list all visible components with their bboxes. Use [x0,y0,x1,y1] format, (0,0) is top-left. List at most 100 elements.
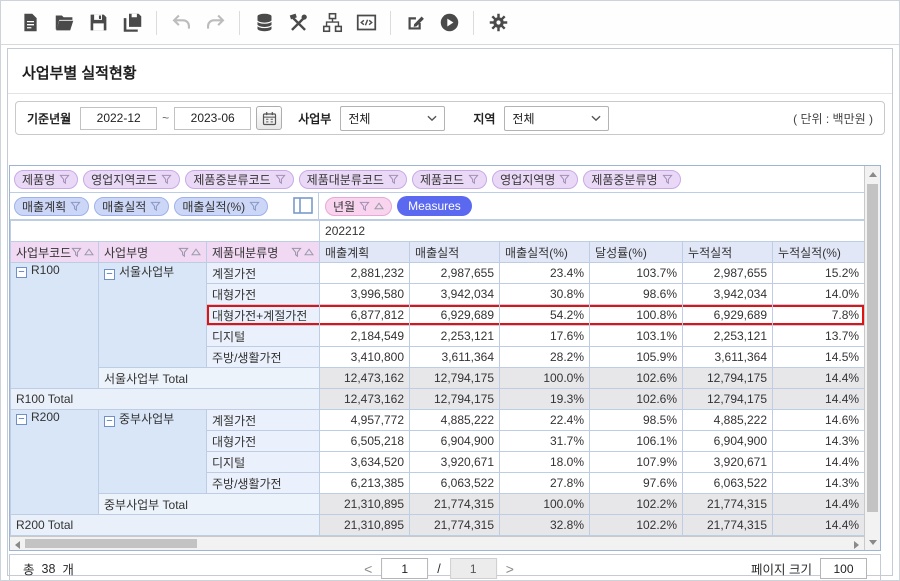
category-cell: 대형가전+계절가전 [207,305,320,326]
scroll-up-icon[interactable] [869,172,877,177]
prev-page-icon[interactable]: < [364,562,372,576]
measure-chip[interactable]: 매출계획 [14,197,89,216]
value-cell: 13.7% [773,326,865,347]
value-cell: 102.6% [590,368,683,389]
filter-icon[interactable] [291,247,302,258]
field-chip[interactable]: 제품대분류코드 [299,170,407,189]
current-page-input[interactable] [381,558,428,579]
grouptotal-label-cell: R100 Total [11,389,320,410]
value-cell: 30.8% [500,284,590,305]
filter-icon[interactable] [71,247,82,258]
filter-icon[interactable] [150,201,161,212]
collapse-icon[interactable]: − [16,267,27,278]
horizontal-scrollbar[interactable] [10,536,864,550]
value-cell: 21,774,315 [410,494,500,515]
measure-column-header[interactable]: 매출실적 [410,242,500,263]
measure-chip[interactable]: 매출실적(%) [174,197,268,216]
tools-button[interactable] [281,8,315,38]
filter-icon[interactable] [161,174,172,185]
value-cell: 106.1% [590,431,683,452]
redo-button[interactable] [198,8,232,38]
sort-asc-icon[interactable] [191,248,201,256]
value-cell: 12,794,175 [410,368,500,389]
measure-column-header[interactable]: 달성률(%) [590,242,683,263]
row-header[interactable]: 사업부코드 [11,242,99,263]
value-cell: 107.9% [590,452,683,473]
region-select[interactable]: 전체 [504,106,609,131]
collapse-icon[interactable]: − [104,269,115,280]
vertical-scroll-thumb[interactable] [867,184,878,512]
filter-icon[interactable] [59,174,70,185]
value-cell: 27.8% [500,473,590,494]
sort-asc-icon[interactable] [304,248,314,256]
sort-asc-icon[interactable] [374,202,384,210]
total-pages: 1 [450,558,497,579]
filter-icon[interactable] [249,201,260,212]
row-header[interactable]: 사업부명 [99,242,207,263]
edit-button[interactable] [398,8,432,38]
open-folder-button[interactable] [47,8,81,38]
collapse-icon[interactable]: − [104,416,115,427]
measures-button[interactable]: Measures [397,196,472,216]
calendar-button[interactable] [256,106,282,130]
filter-icon[interactable] [468,174,479,185]
field-chip[interactable]: 제품코드 [412,170,487,189]
date-to-input[interactable] [174,107,251,130]
filter-icon[interactable] [275,174,286,185]
value-cell: 6,904,900 [683,431,773,452]
undo-button[interactable] [164,8,198,38]
column-chip[interactable]: 년월 [325,197,392,216]
measure-column-header[interactable]: 매출계획 [320,242,410,263]
value-cell: 6,929,689 [683,305,773,326]
value-cell: 21,310,895 [320,515,410,536]
scroll-left-icon[interactable] [15,541,20,549]
filter-icon[interactable] [178,247,189,258]
measure-column-header[interactable]: 누적실적 [683,242,773,263]
value-cell: 14.4% [773,389,865,410]
category-cell: 대형가전 [207,431,320,452]
column-header-row: 사업부코드사업부명제품대분류명매출계획매출실적매출실적(%)달성률(%)누적실적… [11,242,865,263]
value-cell: 14.4% [773,368,865,389]
division-select[interactable]: 전체 [340,106,445,131]
division-code-cell: −R100 [11,263,99,389]
filter-icon[interactable] [559,174,570,185]
filter-icon[interactable] [70,201,81,212]
scroll-right-icon[interactable] [854,541,859,549]
row-header[interactable]: 제품대분류명 [207,242,320,263]
field-chip[interactable]: 제품명 [14,170,78,189]
date-from-input[interactable] [80,107,157,130]
value-cell: 100.0% [500,494,590,515]
run-button[interactable] [432,8,466,38]
sort-asc-icon[interactable] [84,248,94,256]
save-all-button[interactable] [115,8,149,38]
page-size-input[interactable] [820,558,867,579]
value-cell: 32.8% [500,515,590,536]
filter-icon[interactable] [662,174,673,185]
measure-column-header[interactable]: 누적실적(%) [773,242,865,263]
settings-button[interactable] [481,8,515,38]
filter-icon[interactable] [359,201,370,212]
filter-icon[interactable] [388,174,399,185]
column-chip-label: 년월 [333,198,355,215]
save-button[interactable] [81,8,115,38]
value-cell: 31.7% [500,431,590,452]
new-document-button[interactable] [13,8,47,38]
value-cell: 14.4% [773,494,865,515]
measure-column-header[interactable]: 매출실적(%) [500,242,590,263]
pivot-grid: 제품명 영업지역코드 제품중분류코드 제품대분류코드 제품코드 영업지역명 제품중분류명 매… [9,165,881,551]
collapse-icon[interactable]: − [16,414,27,425]
horizontal-scroll-thumb[interactable] [25,539,197,548]
field-chip[interactable]: 제품중분류코드 [185,170,293,189]
field-chip[interactable]: 제품중분류명 [583,170,680,189]
sitemap-button[interactable] [315,8,349,38]
field-chip[interactable]: 영업지역코드 [83,170,180,189]
layout-button[interactable] [293,197,313,215]
scroll-down-icon[interactable] [869,540,877,545]
database-button[interactable] [247,8,281,38]
measure-chip[interactable]: 매출실적 [94,197,169,216]
code-editor-button[interactable] [349,8,383,38]
vertical-scrollbar[interactable] [864,166,880,550]
value-cell: 12,794,175 [410,389,500,410]
field-chip[interactable]: 영업지역명 [492,170,578,189]
next-page-icon[interactable]: > [506,562,514,576]
